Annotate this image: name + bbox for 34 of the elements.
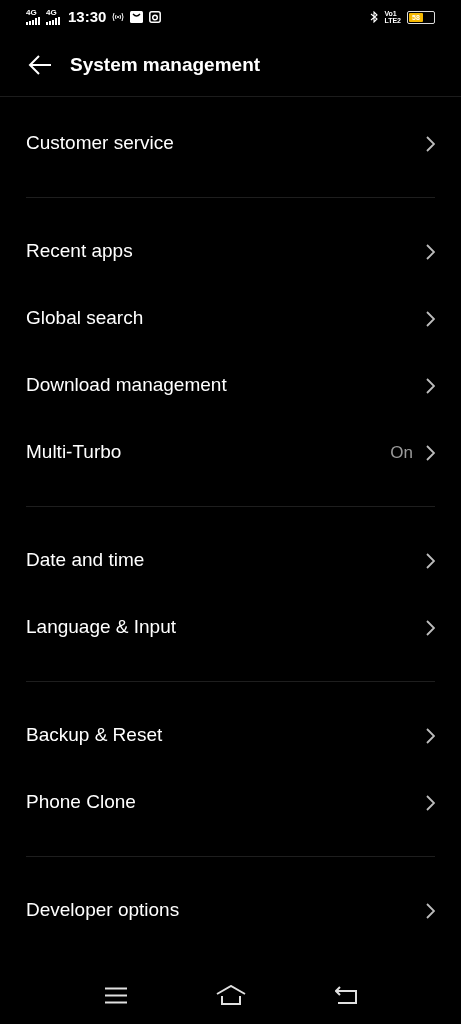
chevron-right-icon xyxy=(425,727,435,744)
home-icon[interactable] xyxy=(215,985,246,1005)
settings-item[interactable]: Global search xyxy=(26,285,435,352)
back-icon[interactable] xyxy=(334,986,357,1004)
menu-icon[interactable] xyxy=(104,986,127,1004)
settings-item[interactable]: Language & Input xyxy=(26,594,435,661)
settings-item[interactable]: Download management xyxy=(26,352,435,419)
chevron-right-icon xyxy=(425,444,435,461)
chevron-right-icon xyxy=(425,902,435,919)
chevron-right-icon xyxy=(425,310,435,327)
bag-icon xyxy=(130,11,144,23)
chevron-right-icon xyxy=(425,552,435,569)
signal-icon xyxy=(26,17,40,25)
chevron-right-icon xyxy=(425,243,435,260)
page-title: System management xyxy=(70,52,261,77)
settings-item[interactable]: Developer options xyxy=(26,877,435,944)
network-type: 4G xyxy=(46,9,58,17)
hotspot-icon xyxy=(112,12,125,22)
clock-time: 13:30 xyxy=(68,6,107,27)
chevron-right-icon xyxy=(425,619,435,636)
bluetooth-icon xyxy=(370,11,379,23)
chevron-right-icon xyxy=(425,794,435,811)
settings-item[interactable]: Backup & Reset xyxy=(26,702,435,769)
settings-item[interactable]: Date and time xyxy=(26,527,435,594)
chevron-right-icon xyxy=(425,135,435,152)
back-arrow-icon[interactable] xyxy=(28,55,52,75)
settings-item[interactable]: Recent apps xyxy=(26,218,435,285)
camera-icon xyxy=(149,11,162,23)
settings-item[interactable]: Customer service xyxy=(26,110,435,177)
settings-item[interactable]: Multi-Turbo On xyxy=(26,419,435,486)
network-type: 4G xyxy=(26,9,38,17)
chevron-right-icon xyxy=(425,377,435,394)
signal-icon xyxy=(46,17,60,25)
settings-item[interactable]: Phone Clone xyxy=(26,769,435,836)
